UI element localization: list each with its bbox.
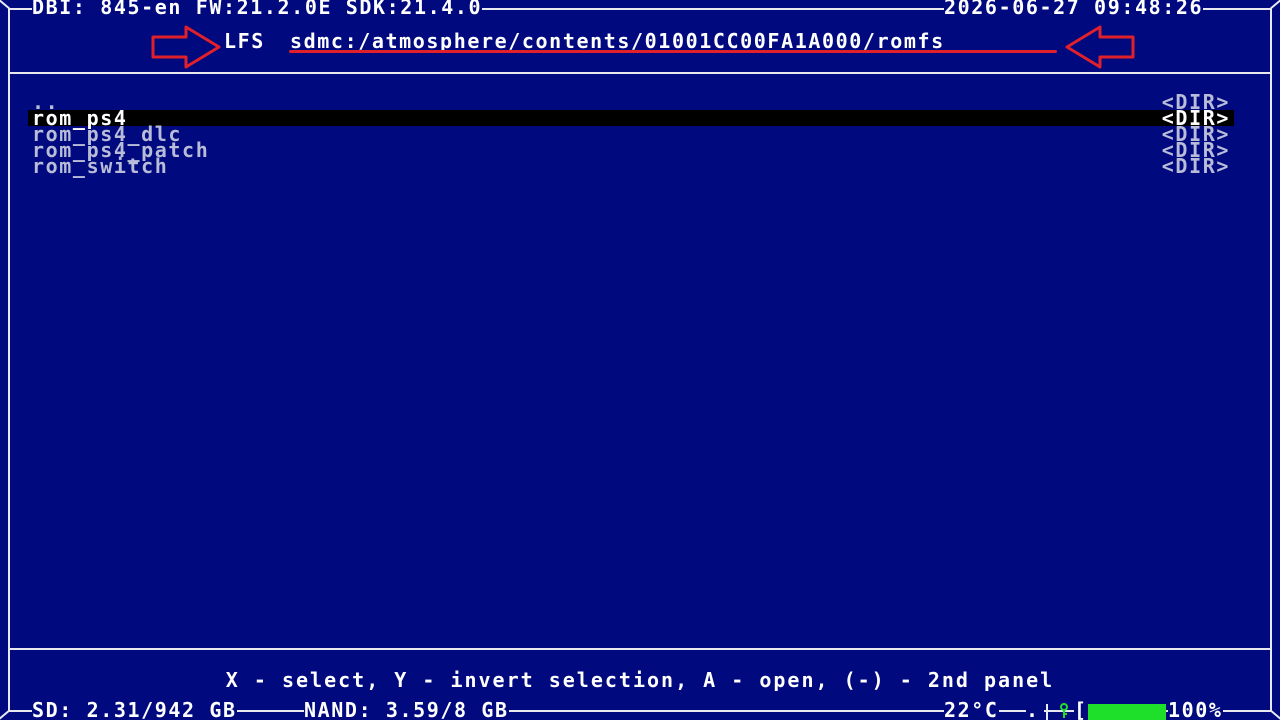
frame-corner-bl <box>0 709 11 720</box>
file-row-rom-ps4-patch[interactable]: rom_ps4_patch <DIR> <box>28 140 1234 160</box>
file-row-parent[interactable]: .. <DIR> <box>28 92 1234 112</box>
path-annotation-underline <box>289 50 1057 53</box>
dir-tag: <DIR> <box>1161 154 1230 178</box>
battery-level-bar <box>1088 704 1166 720</box>
file-row-rom-switch[interactable]: rom_switch <DIR> <box>28 154 1234 178</box>
frame-footer-divider <box>8 648 1272 650</box>
footer-separator <box>1046 704 1048 720</box>
nand-usage-label: NAND: 3.59/8 GB <box>304 698 509 720</box>
controls-hint: X - select, Y - invert selection, A - op… <box>225 668 1055 692</box>
frame-right-line <box>1270 8 1272 710</box>
file-name: rom_switch <box>32 154 169 178</box>
location-label: LFS <box>224 29 265 53</box>
file-list: .. <DIR> rom_ps4 <DIR> rom_ps4_dlc <DIR>… <box>28 92 1234 178</box>
battery-percent-label: 100% <box>1168 698 1223 720</box>
frame-corner-br <box>1269 709 1280 720</box>
arrow-left-annotation-icon <box>1065 25 1135 69</box>
datetime-label: 2026-06-27 09:48:26 <box>944 0 1204 17</box>
temperature-label: 22°C <box>944 698 999 720</box>
status-dot: . <box>1026 700 1044 720</box>
frame-header-divider <box>8 72 1272 74</box>
frame-left-line <box>8 8 10 710</box>
arrow-right-annotation-icon <box>151 25 221 69</box>
sd-usage-label: SD: 2.31/942 GB <box>32 698 237 720</box>
battery-left-cap: [ <box>1074 698 1088 720</box>
file-row-rom-ps4[interactable]: rom_ps4 <DIR> <box>28 108 1234 128</box>
dbi-screen: DBI: 845-en FW:21.2.0E SDK:21.4.0 2026-0… <box>0 0 1280 720</box>
app-info-label: DBI: 845-en FW:21.2.0E SDK:21.4.0 <box>32 0 483 17</box>
charging-key-icon <box>1060 703 1068 718</box>
